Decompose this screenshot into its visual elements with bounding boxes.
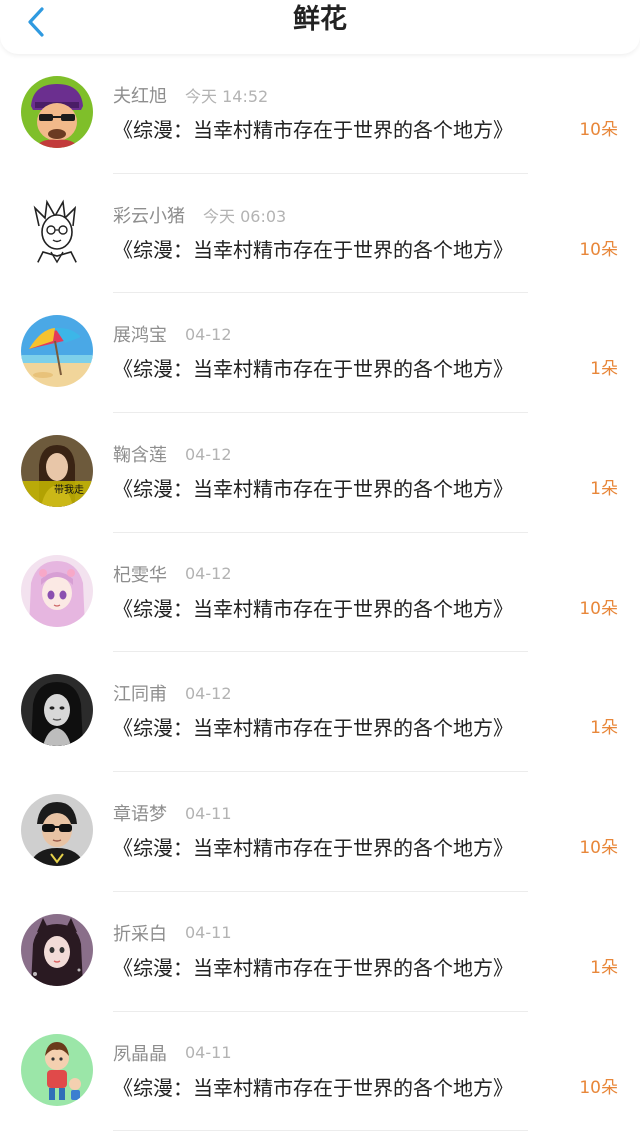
list-item[interactable]: 带我走 鞠含莲 04-12 《综漫：当幸村精市存在于世界的各个地方》 1朵 — [0, 413, 640, 533]
avatar[interactable] — [21, 76, 93, 148]
book-title[interactable]: 《综漫：当幸村精市存在于世界的各个地方》 — [113, 713, 575, 743]
avatar[interactable] — [21, 794, 93, 867]
book-title[interactable]: 《综漫：当幸村精市存在于世界的各个地方》 — [113, 594, 575, 624]
book-title[interactable]: 《综漫：当幸村精市存在于世界的各个地方》 — [113, 1073, 575, 1103]
nav-header: 鲜花 — [0, 0, 640, 54]
book-title[interactable]: 《综漫：当幸村精市存在于世界的各个地方》 — [113, 953, 575, 983]
timestamp: 今天 14:52 — [185, 87, 269, 106]
item-meta: 折采白 04-11 — [113, 920, 232, 946]
timestamp: 04-11 — [185, 923, 232, 943]
page-title: 鲜花 — [293, 4, 347, 35]
cartoon-couple-avatar-icon — [21, 1033, 93, 1106]
flower-count: 10朵 — [579, 598, 618, 619]
item-meta: 展鸿宝 04-12 — [113, 321, 232, 347]
flower-count: 10朵 — [579, 1077, 618, 1098]
beach-umbrella-avatar-icon — [21, 315, 93, 388]
timestamp: 04-12 — [185, 564, 232, 584]
user-name[interactable]: 夫红旭 — [113, 82, 167, 108]
list-item[interactable]: 夫红旭 今天 14:52 《综漫：当幸村精市存在于世界的各个地方》 10朵 — [0, 54, 640, 174]
avatar[interactable] — [21, 674, 93, 747]
item-meta: 彩云小猪 今天 06:03 — [113, 202, 286, 228]
flower-count: 10朵 — [579, 838, 618, 859]
divider — [113, 1130, 528, 1132]
bw-portrait-avatar-icon — [21, 674, 93, 747]
cat-ears-girl-avatar-icon — [21, 913, 93, 986]
timestamp: 04-11 — [185, 1043, 232, 1062]
user-name[interactable]: 夙晶晶 — [113, 1040, 167, 1066]
book-title[interactable]: 《综漫：当幸村精市存在于世界的各个地方》 — [113, 833, 575, 863]
timestamp: 04-12 — [185, 683, 232, 703]
user-name[interactable]: 展鸿宝 — [113, 321, 167, 347]
cartoon-man-avatar-icon — [21, 76, 93, 148]
avatar[interactable] — [21, 554, 93, 627]
item-meta: 杞雯华 04-12 — [113, 561, 232, 587]
user-name[interactable]: 彩云小猪 — [113, 202, 185, 228]
list-item[interactable]: 彩云小猪 今天 06:03 《综漫：当幸村精市存在于世界的各个地方》 10朵 — [0, 174, 640, 294]
girl-photo-avatar-icon: 带我走 — [21, 435, 93, 508]
sunglasses-man-avatar-icon — [21, 794, 93, 867]
book-title[interactable]: 《综漫：当幸村精市存在于世界的各个地方》 — [113, 474, 575, 504]
flower-count: 1朵 — [590, 479, 618, 500]
list-item[interactable]: 杞雯华 04-12 《综漫：当幸村精市存在于世界的各个地方》 10朵 — [0, 533, 640, 653]
avatar[interactable] — [21, 913, 93, 986]
flower-list: 夫红旭 今天 14:52 《综漫：当幸村精市存在于世界的各个地方》 10朵 彩云… — [0, 54, 640, 1134]
item-meta: 夫红旭 今天 14:52 — [113, 82, 268, 108]
timestamp: 04-12 — [185, 444, 232, 464]
list-item[interactable]: 折采白 04-11 《综漫：当幸村精市存在于世界的各个地方》 1朵 — [0, 892, 640, 1012]
user-name[interactable]: 折采白 — [113, 920, 167, 946]
timestamp: 04-12 — [185, 324, 232, 344]
avatar[interactable] — [21, 1033, 93, 1106]
list-item[interactable]: 夙晶晶 04-11 《综漫：当幸村精市存在于世界的各个地方》 10朵 — [0, 1012, 640, 1132]
item-meta: 江同甫 04-12 — [113, 680, 232, 706]
avatar[interactable] — [21, 195, 93, 268]
timestamp: 04-11 — [185, 803, 232, 823]
list-item[interactable]: 展鸿宝 04-12 《综漫：当幸村精市存在于世界的各个地方》 1朵 — [0, 293, 640, 414]
item-meta: 章语梦 04-11 — [113, 800, 232, 826]
user-name[interactable]: 鞠含莲 — [113, 441, 167, 467]
flowers-screen: 鲜花 夫红旭 今天 14:52 《综漫：当幸村精市存在于世界的各个地方》 10朵… — [0, 0, 640, 1134]
book-title[interactable]: 《综漫：当幸村精市存在于世界的各个地方》 — [113, 235, 575, 265]
item-meta: 鞠含莲 04-12 — [113, 441, 232, 467]
sketch-boy-avatar-icon — [21, 195, 93, 268]
avatar-caption: 带我走 — [54, 484, 84, 496]
flower-count: 1朵 — [590, 718, 618, 739]
avatar[interactable] — [21, 315, 93, 388]
flower-count: 1朵 — [590, 359, 618, 380]
avatar[interactable]: 带我走 — [21, 435, 93, 508]
flower-count: 10朵 — [579, 120, 618, 140]
book-title[interactable]: 《综漫：当幸村精市存在于世界的各个地方》 — [113, 354, 575, 384]
flower-count: 1朵 — [590, 957, 618, 978]
user-name[interactable]: 章语梦 — [113, 800, 167, 826]
item-meta: 夙晶晶 04-11 — [113, 1040, 232, 1066]
flower-count: 10朵 — [579, 239, 618, 260]
timestamp: 今天 06:03 — [203, 206, 287, 226]
user-name[interactable]: 杞雯华 — [113, 561, 167, 587]
anime-girl-avatar-icon — [21, 554, 93, 627]
user-name[interactable]: 江同甫 — [113, 680, 167, 706]
list-item[interactable]: 章语梦 04-11 《综漫：当幸村精市存在于世界的各个地方》 10朵 — [0, 772, 640, 892]
list-item[interactable]: 江同甫 04-12 《综漫：当幸村精市存在于世界的各个地方》 1朵 — [0, 652, 640, 773]
book-title[interactable]: 《综漫：当幸村精市存在于世界的各个地方》 — [113, 115, 575, 145]
